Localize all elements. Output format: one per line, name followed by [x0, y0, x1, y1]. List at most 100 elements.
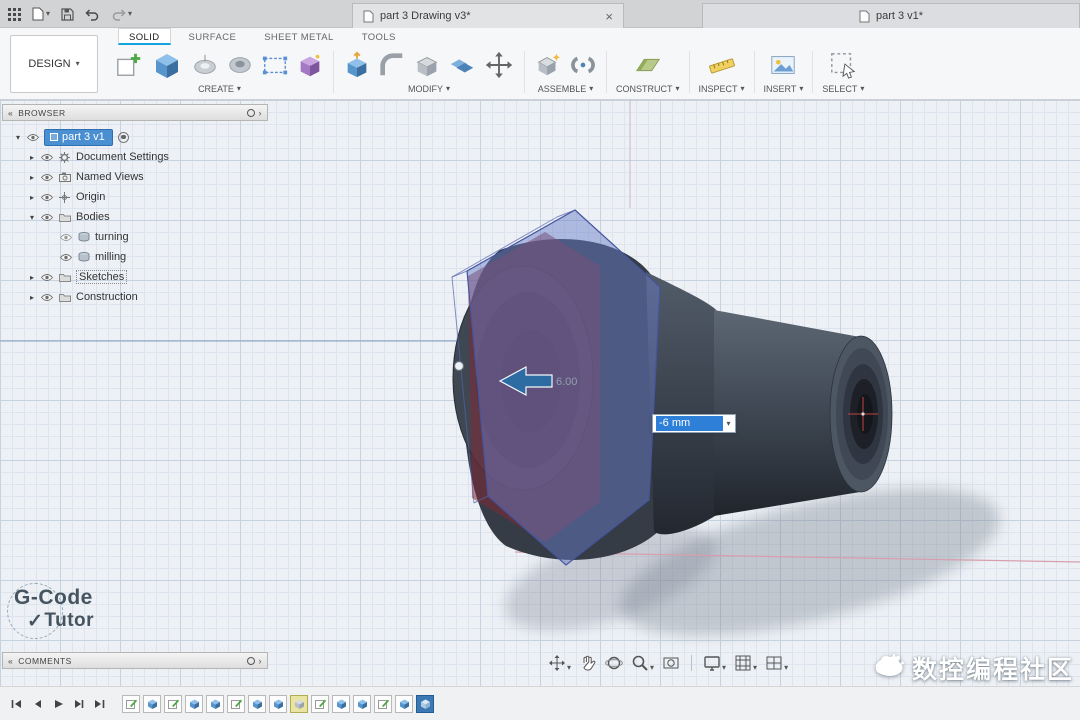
extrude-icon[interactable] — [150, 48, 184, 82]
active-component-pill[interactable]: part 3 v1 — [44, 128, 113, 146]
skip-to-end-icon[interactable] — [94, 698, 106, 710]
pan-icon[interactable]: ▾ — [548, 654, 571, 672]
visibility-eye-icon[interactable] — [41, 293, 53, 302]
shell-icon[interactable] — [413, 51, 441, 79]
browser-item-sketches[interactable]: ▸ Sketches — [2, 267, 268, 287]
browser-root-row[interactable]: ▾ part 3 v1 — [2, 127, 268, 147]
visibility-eye-icon[interactable] — [60, 253, 72, 262]
visibility-eye-icon[interactable] — [41, 213, 53, 222]
workspace-switcher[interactable]: DESIGN ▾ — [10, 35, 98, 93]
hole-icon[interactable] — [226, 51, 254, 79]
skip-to-start-icon[interactable] — [10, 698, 22, 710]
fit-view-icon[interactable] — [662, 654, 680, 672]
dimension-value[interactable]: -6 mm — [656, 416, 723, 431]
timeline-extrude-feature-icon[interactable] — [395, 694, 413, 713]
tab-tools[interactable]: TOOLS — [352, 28, 406, 45]
browser-item-construction[interactable]: ▸ Construction — [2, 287, 268, 307]
document-tab-drawing[interactable]: part 3 Drawing v3* × — [352, 3, 624, 28]
timeline-sketch-feature-icon[interactable] — [311, 694, 329, 713]
panel-options-icon[interactable] — [246, 108, 255, 117]
expand-icon[interactable]: ▸ — [28, 153, 36, 162]
timeline-sketch-feature-icon[interactable] — [227, 694, 245, 713]
undo-icon[interactable] — [85, 8, 100, 21]
app-grid-icon[interactable] — [8, 7, 21, 21]
expand-icon[interactable]: ▸ — [28, 273, 36, 282]
joint-icon[interactable] — [569, 51, 597, 79]
timeline-extrude-feature-icon[interactable] — [332, 694, 350, 713]
browser-item-bodies[interactable]: ▾ Bodies — [2, 207, 268, 227]
expand-icon[interactable]: ▾ — [28, 213, 36, 222]
expand-icon[interactable]: ▾ — [14, 133, 22, 142]
expand-icon[interactable]: ▸ — [28, 293, 36, 302]
zoom-icon[interactable]: ▾ — [631, 654, 654, 672]
timeline-sketch-feature-icon[interactable] — [164, 694, 182, 713]
press-pull-icon[interactable] — [343, 51, 371, 79]
activate-component-icon[interactable] — [117, 131, 129, 143]
browser-header[interactable]: « BROWSER › — [2, 104, 268, 121]
inspect-menu[interactable]: INSPECT ▾ — [699, 82, 745, 97]
browser-item-named-views[interactable]: ▸ Named Views — [2, 167, 268, 187]
select-icon[interactable] — [829, 51, 857, 79]
dimension-dropdown-icon[interactable]: ▾ — [723, 419, 734, 428]
modify-menu[interactable]: MODIFY ▾ — [408, 82, 450, 97]
new-component-icon[interactable] — [534, 51, 562, 79]
visibility-eye-icon[interactable] — [41, 173, 53, 182]
close-tab-icon[interactable]: × — [605, 9, 613, 24]
dimension-input[interactable]: -6 mm ▾ — [652, 414, 736, 433]
hand-pan-icon[interactable] — [579, 654, 597, 672]
step-back-icon[interactable] — [31, 698, 43, 710]
timeline-sketch-feature-icon[interactable] — [374, 694, 392, 713]
orbit-icon[interactable] — [605, 654, 623, 672]
chevron-right-icon[interactable]: › — [259, 108, 263, 118]
timeline-extrude-feature-icon[interactable] — [206, 694, 224, 713]
timeline-sketch-feature-icon[interactable] — [122, 694, 140, 713]
visibility-eye-icon[interactable] — [41, 193, 53, 202]
save-icon[interactable] — [61, 7, 74, 21]
comments-header[interactable]: « COMMENTS › — [2, 652, 268, 669]
timeline-selected-feature-icon[interactable] — [416, 694, 434, 713]
visibility-eye-icon[interactable] — [41, 153, 53, 162]
chevron-right-icon[interactable]: › — [259, 656, 263, 666]
panel-options-icon[interactable] — [246, 656, 255, 665]
timeline-extrude-feature-icon[interactable] — [143, 694, 161, 713]
insert-image-icon[interactable] — [769, 51, 797, 79]
measure-icon[interactable] — [708, 51, 736, 79]
visibility-eye-icon[interactable] — [41, 273, 53, 282]
tab-sheet-metal[interactable]: SHEET METAL — [254, 28, 344, 45]
timeline-extrude-feature-icon[interactable] — [353, 694, 371, 713]
construction-plane-icon[interactable] — [634, 51, 662, 79]
timeline-highlighted-feature-icon[interactable] — [290, 694, 308, 713]
combine-icon[interactable] — [448, 51, 476, 79]
collapse-panel-icon[interactable]: « — [8, 656, 13, 666]
play-icon[interactable] — [52, 698, 64, 710]
document-tab-part[interactable]: part 3 v1* — [702, 3, 1080, 28]
step-forward-icon[interactable] — [73, 698, 85, 710]
create-menu[interactable]: CREATE ▾ — [198, 82, 241, 97]
browser-item-turning[interactable]: turning — [2, 227, 268, 247]
viewports-icon[interactable]: ▾ — [765, 654, 788, 672]
construct-menu[interactable]: CONSTRUCT ▾ — [616, 82, 680, 97]
redo-icon[interactable]: ▾ — [111, 8, 132, 21]
file-menu-icon[interactable]: ▾ — [32, 7, 50, 21]
layout-grid-icon[interactable]: ▾ — [734, 654, 757, 672]
coil-icon[interactable] — [296, 51, 324, 79]
display-settings-icon[interactable]: ▾ — [703, 654, 726, 672]
assemble-menu[interactable]: ASSEMBLE ▾ — [538, 82, 594, 97]
browser-item-milling[interactable]: milling — [2, 247, 268, 267]
visibility-eye-icon[interactable] — [60, 233, 72, 242]
create-sketch-icon[interactable] — [115, 51, 143, 79]
timeline-extrude-feature-icon[interactable] — [269, 694, 287, 713]
tab-solid[interactable]: SOLID — [118, 28, 171, 45]
revolve-icon[interactable] — [191, 51, 219, 79]
insert-menu[interactable]: INSERT ▾ — [764, 82, 804, 97]
browser-item-origin[interactable]: ▸ Origin — [2, 187, 268, 207]
visibility-eye-icon[interactable] — [27, 133, 39, 142]
collapse-panel-icon[interactable]: « — [8, 108, 13, 118]
tab-surface[interactable]: SURFACE — [179, 28, 247, 45]
move-icon[interactable] — [483, 49, 515, 81]
timeline-extrude-feature-icon[interactable] — [185, 694, 203, 713]
timeline-extrude-feature-icon[interactable] — [248, 694, 266, 713]
fillet-icon[interactable] — [378, 51, 406, 79]
expand-icon[interactable]: ▸ — [28, 173, 36, 182]
browser-item-document-settings[interactable]: ▸ Document Settings — [2, 147, 268, 167]
